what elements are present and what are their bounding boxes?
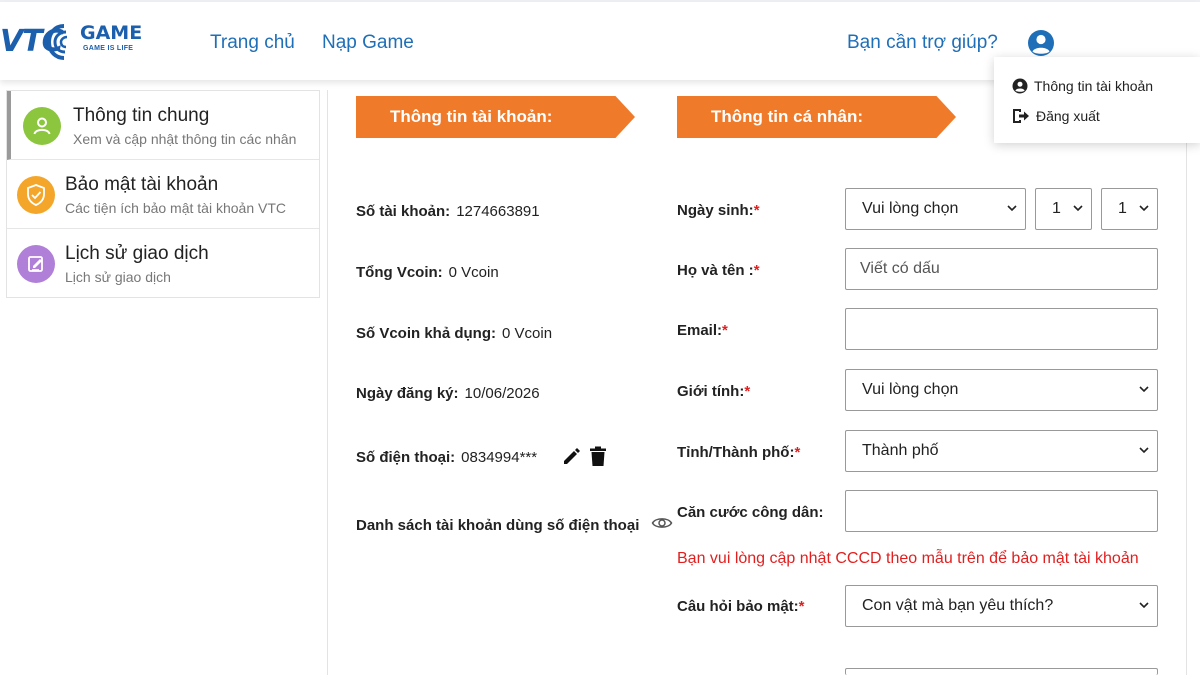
city-label: Tỉnh/Thành phố:*: [677, 444, 801, 461]
phone-row: Số điện thoại: 0834994***: [356, 449, 537, 466]
user-account-button[interactable]: [1026, 28, 1056, 58]
vtc-game-logo[interactable]: VTC GAME GAME IS LIFE: [0, 18, 150, 66]
sidebar-item-title: Lịch sử giao dịch: [65, 243, 209, 264]
menu-item-label: Đăng xuất: [1036, 108, 1100, 124]
edit-note-icon: [17, 245, 55, 283]
help-link[interactable]: Bạn cần trợ giúp?: [847, 32, 998, 54]
id-card-warning: Bạn vui lòng cập nhật CCCD theo mẫu trên…: [677, 550, 1139, 567]
birthday-day-value: 1: [1052, 200, 1061, 217]
edit-phone-icon[interactable]: [561, 446, 582, 467]
sidebar-item-security[interactable]: Bảo mật tài khoản Các tiện ích bảo mật t…: [7, 160, 319, 229]
menu-item-label: Thông tin tài khoản: [1034, 78, 1154, 94]
total-vcoin-value: 0 Vcoin: [448, 264, 499, 281]
email-label: Email:*: [677, 322, 728, 339]
phone-value: 0834994***: [461, 449, 538, 466]
sidebar-item-general-info[interactable]: Thông tin chung Xem và cập nhật thông ti…: [7, 91, 319, 160]
shield-check-icon: [17, 176, 55, 214]
chevron-down-icon: [1007, 205, 1017, 212]
register-date-label: Ngày đăng ký:: [356, 385, 459, 402]
fullname-input[interactable]: Viết có dấu: [845, 248, 1158, 290]
total-vcoin-row: Tổng Vcoin: 0 Vcoin: [356, 264, 499, 281]
menu-item-account-info[interactable]: Thông tin tài khoản: [1012, 76, 1153, 96]
sidebar-item-title: Thông tin chung: [73, 105, 210, 126]
account-info-banner: Thông tin tài khoản:: [356, 96, 635, 138]
available-vcoin-value: 0 Vcoin: [502, 325, 553, 342]
nav-home-link[interactable]: Trang chủ: [210, 32, 295, 54]
total-vcoin-label: Tổng Vcoin:: [356, 264, 443, 281]
chevron-down-icon: [1139, 205, 1149, 212]
register-date-value: 10/06/2026: [464, 385, 540, 402]
user-circle-icon: [1028, 30, 1054, 56]
fullname-placeholder: Viết có dấu: [860, 260, 940, 277]
logo-slogan: GAME IS LIFE: [83, 45, 134, 52]
chevron-down-icon: [1139, 386, 1149, 393]
phone-label: Số điện thoại:: [356, 449, 456, 466]
gender-value: Vui lòng chọn: [862, 381, 959, 398]
sidebar: Thông tin chung Xem và cập nhật thông ti…: [6, 90, 320, 298]
security-question-label: Câu hỏi bảo mật:*: [677, 598, 805, 615]
nav-topup-link[interactable]: Nạp Game: [322, 32, 414, 54]
birthday-day-select[interactable]: 1: [1035, 188, 1092, 230]
email-input[interactable]: [845, 308, 1158, 350]
security-answer-input[interactable]: [845, 668, 1158, 675]
birthday-year-select[interactable]: Vui lòng chọn: [845, 188, 1026, 230]
chevron-down-icon: [1139, 447, 1149, 454]
sidebar-item-subtitle: Xem và cập nhật thông tin các nhân: [73, 131, 297, 147]
security-question-select[interactable]: Con vật mà bạn yêu thích?: [845, 585, 1158, 627]
phone-accounts-label: Danh sách tài khoản dùng số điện thoại: [356, 517, 640, 534]
sidebar-item-title: Bảo mật tài khoản: [65, 174, 219, 195]
fullname-label: Họ và tên :*: [677, 262, 760, 279]
security-question-value: Con vật mà bạn yêu thích?: [862, 597, 1054, 614]
available-vcoin-row: Số Vcoin khả dụng: 0 Vcoin: [356, 325, 552, 342]
sidebar-item-subtitle: Lịch sử giao dịch: [65, 269, 171, 285]
birthday-label: Ngày sinh:*: [677, 202, 760, 219]
logo-game: GAME: [80, 22, 143, 44]
user-dropdown-menu: Thông tin tài khoản Đăng xuất: [994, 57, 1200, 143]
logo-swirl-icon: [46, 24, 68, 60]
birthday-month-select[interactable]: 1: [1101, 188, 1158, 230]
eye-icon[interactable]: [651, 514, 673, 532]
account-number-label: Số tài khoản:: [356, 203, 451, 220]
personal-info-banner: Thông tin cá nhân:: [677, 96, 956, 138]
account-info-heading: Thông tin tài khoản:: [390, 107, 553, 126]
personal-info-heading: Thông tin cá nhân:: [711, 107, 864, 126]
id-card-label: Căn cước công dân:: [677, 504, 824, 521]
sidebar-item-transaction-history[interactable]: Lịch sử giao dịch Lịch sử giao dịch: [7, 229, 319, 298]
gender-label: Giới tính:*: [677, 383, 751, 400]
menu-item-logout[interactable]: Đăng xuất: [1012, 106, 1100, 126]
city-value: Thành phố: [862, 442, 939, 459]
birthday-year-value: Vui lòng chọn: [862, 200, 959, 217]
delete-phone-icon[interactable]: [589, 446, 607, 467]
id-card-input[interactable]: [845, 490, 1158, 532]
city-select[interactable]: Thành phố: [845, 430, 1158, 472]
register-date-row: Ngày đăng ký: 10/06/2026: [356, 385, 540, 402]
gender-select[interactable]: Vui lòng chọn: [845, 369, 1158, 411]
sidebar-item-subtitle: Các tiện ích bảo mật tài khoản VTC: [65, 200, 286, 216]
user-icon: [23, 107, 61, 145]
logout-icon: [1013, 109, 1029, 123]
chevron-down-icon: [1139, 602, 1149, 609]
account-number-row: Số tài khoản: 1274663891: [356, 203, 540, 220]
birthday-month-value: 1: [1118, 200, 1127, 217]
available-vcoin-label: Số Vcoin khả dụng:: [356, 325, 497, 342]
chevron-down-icon: [1073, 205, 1083, 212]
user-circle-icon: [1012, 78, 1028, 94]
account-number-value: 1274663891: [456, 203, 540, 220]
